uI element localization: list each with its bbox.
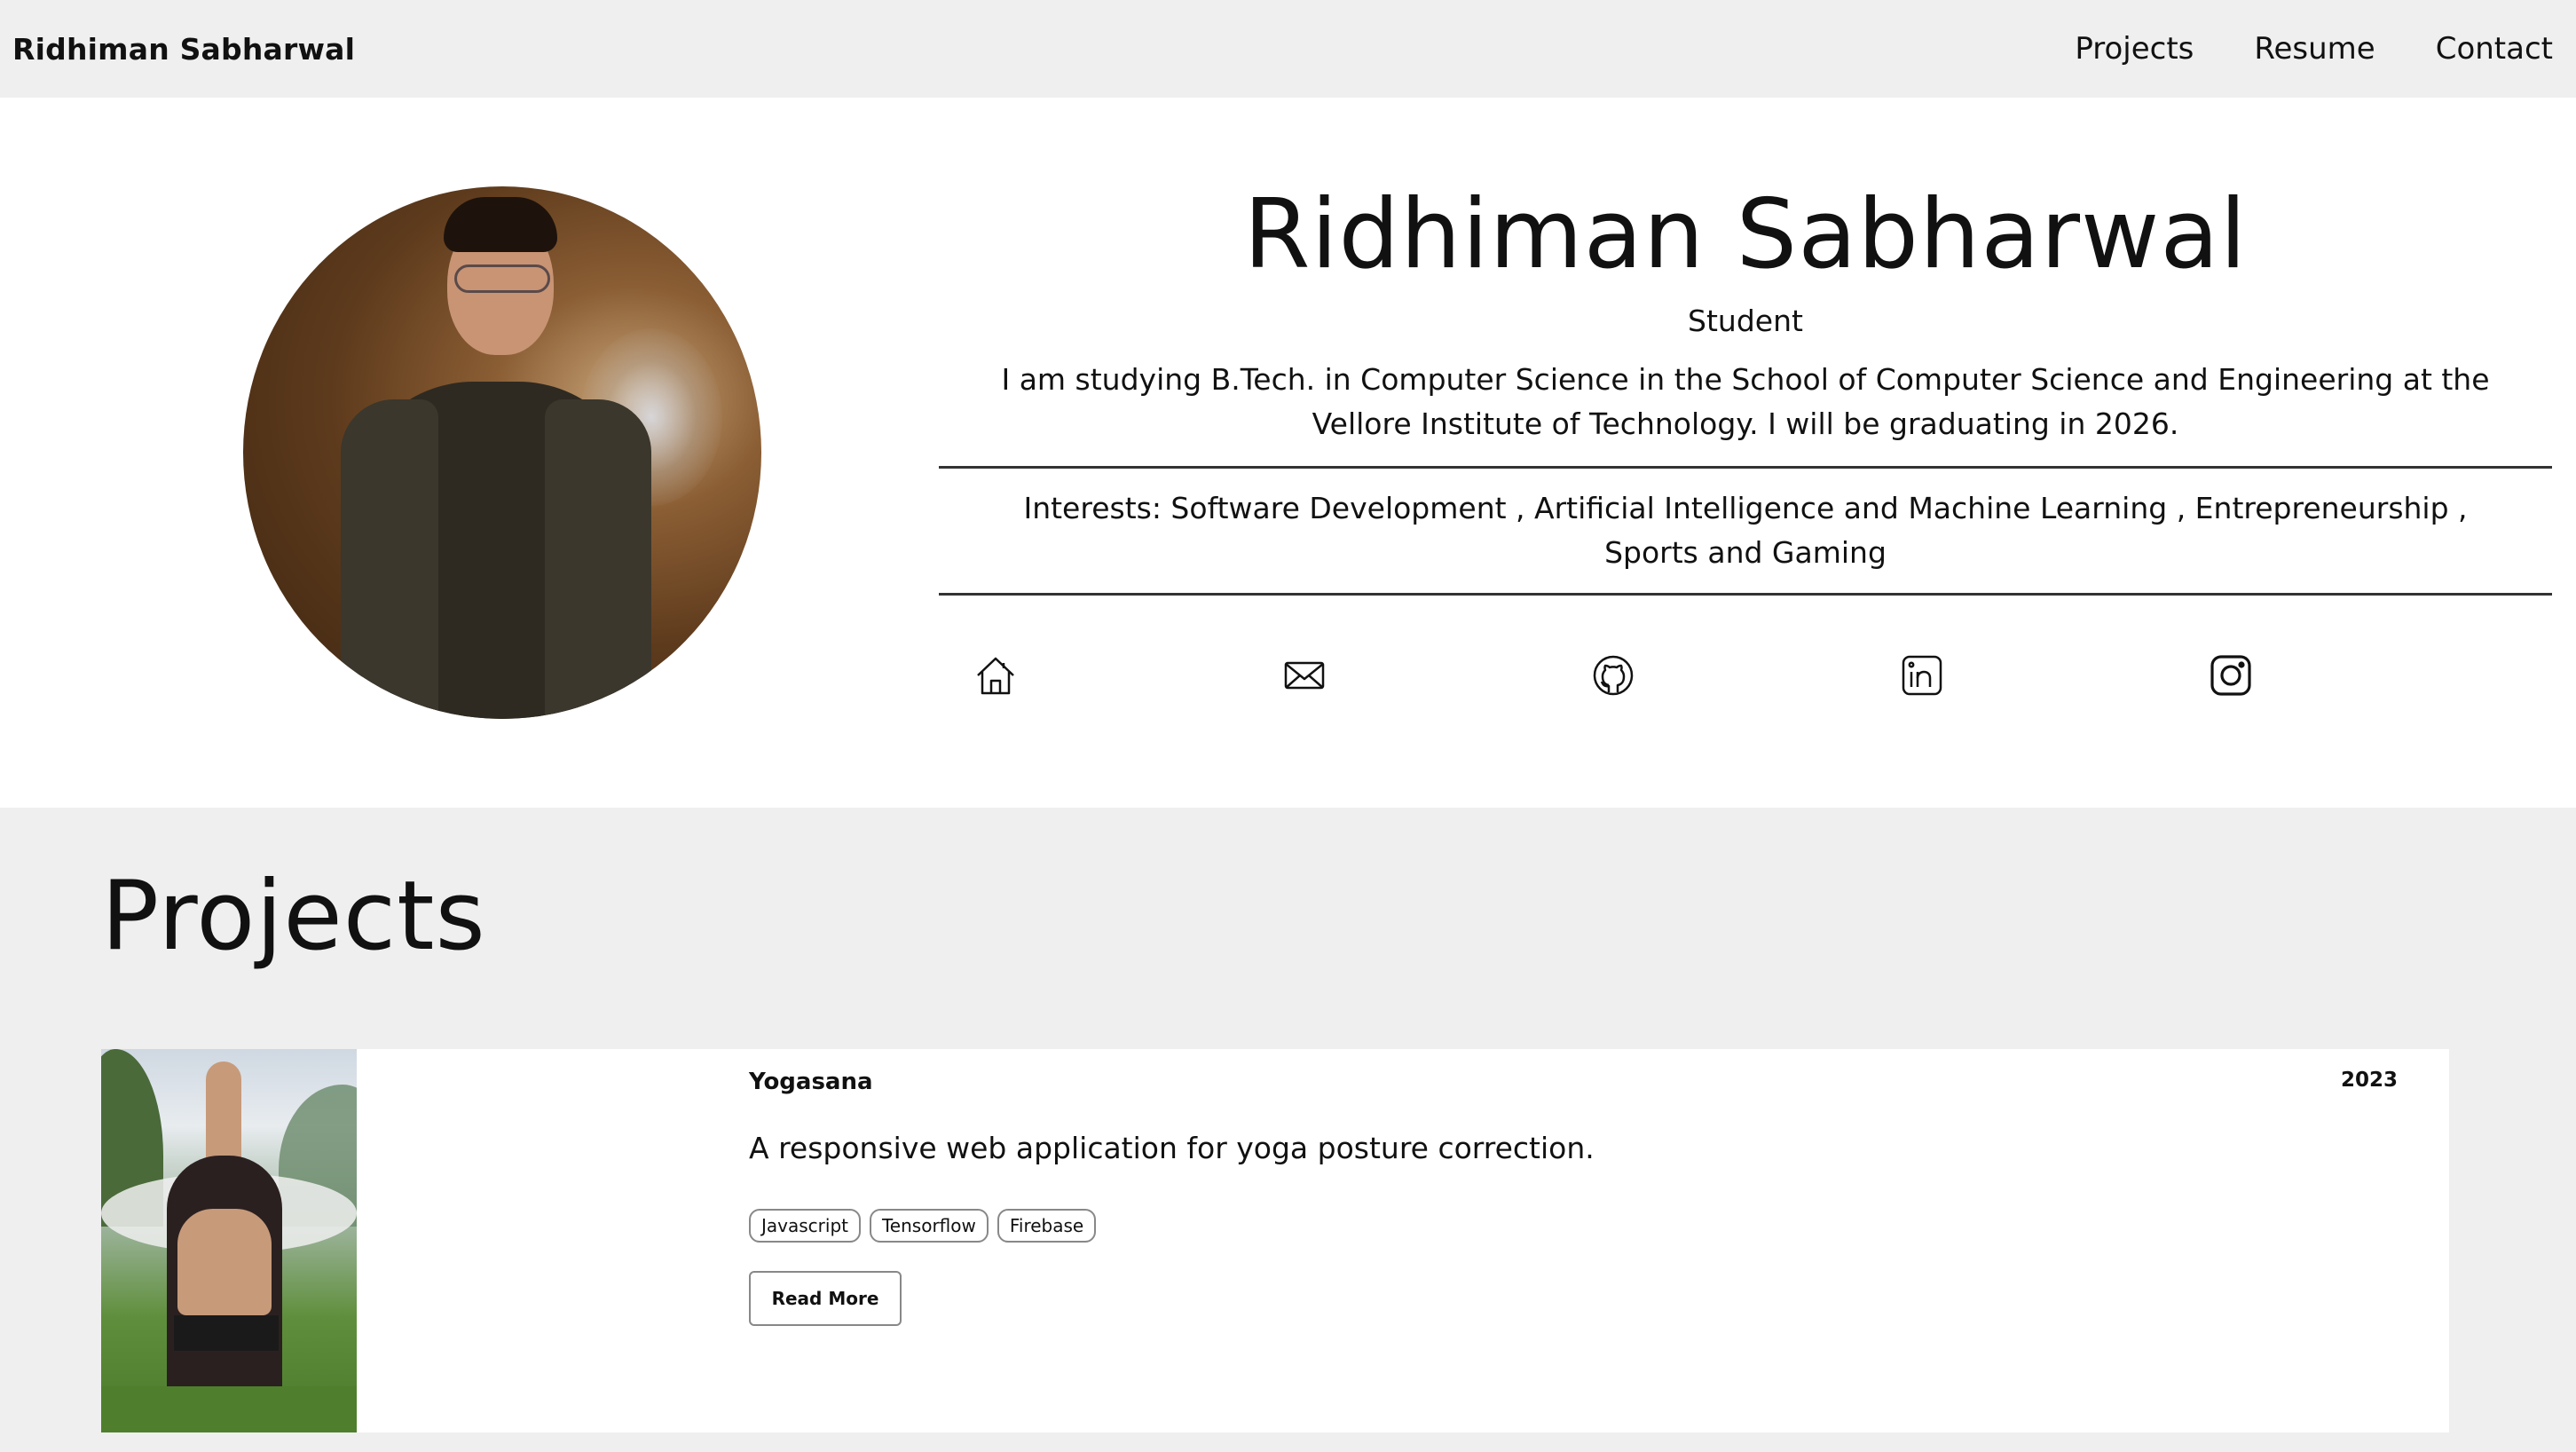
avatar (243, 186, 761, 719)
thumb-person-back (177, 1209, 272, 1315)
linkedin-icon[interactable] (1901, 652, 1943, 698)
github-icon[interactable] (1592, 652, 1635, 698)
nav-link-projects[interactable]: Projects (2075, 31, 2194, 67)
tag-javascript: Javascript (749, 1209, 861, 1243)
avatar-glasses (454, 264, 550, 293)
tag-tensorflow: Tensorflow (869, 1209, 989, 1243)
project-title: Yogasana (749, 1069, 873, 1095)
project-thumbnail (101, 1049, 357, 1432)
read-more-button[interactable]: Read More (749, 1271, 902, 1326)
avatar-jacket-right (545, 399, 651, 719)
hero-section: Ridhiman Sabharwal Student I am studying… (0, 98, 2576, 808)
projects-section: Projects Yogasana 2023 A responsive web … (0, 808, 2576, 1452)
page-title: Ridhiman Sabharwal (1243, 179, 2248, 290)
project-tags: Javascript Tensorflow Firebase (749, 1209, 1097, 1243)
nav-links: Projects Resume Contact (2014, 31, 2553, 67)
projects-heading: Projects (101, 861, 486, 972)
nav-link-contact[interactable]: Contact (2436, 31, 2553, 67)
nav-link-resume[interactable]: Resume (2254, 31, 2375, 67)
intro-block: Ridhiman Sabharwal Student I am studying… (939, 178, 2552, 596)
avatar-hair (444, 197, 557, 252)
bio-text: I am studying B.Tech. in Computer Scienc… (1001, 361, 2490, 441)
instagram-icon[interactable] (2210, 652, 2252, 698)
thumb-grass (101, 1386, 357, 1432)
divider-bottom (939, 592, 2552, 596)
mail-icon[interactable] (1283, 652, 1326, 698)
social-links (974, 652, 2305, 714)
project-card: Yogasana 2023 A responsive web applicati… (101, 1049, 2449, 1432)
project-description: A responsive web application for yoga po… (749, 1131, 1595, 1165)
tag-firebase: Firebase (997, 1209, 1097, 1243)
home-icon[interactable] (974, 652, 1017, 698)
role-text: Student (1688, 303, 1803, 338)
project-year: 2023 (2340, 1069, 2398, 1092)
interests-text: Interests: Software Development , Artifi… (1023, 490, 2468, 570)
avatar-jacket-left (341, 399, 438, 719)
thumb-person-top (174, 1315, 279, 1351)
brand-name[interactable]: Ridhiman Sabharwal (12, 32, 355, 67)
navbar: Ridhiman Sabharwal Projects Resume Conta… (0, 0, 2576, 98)
